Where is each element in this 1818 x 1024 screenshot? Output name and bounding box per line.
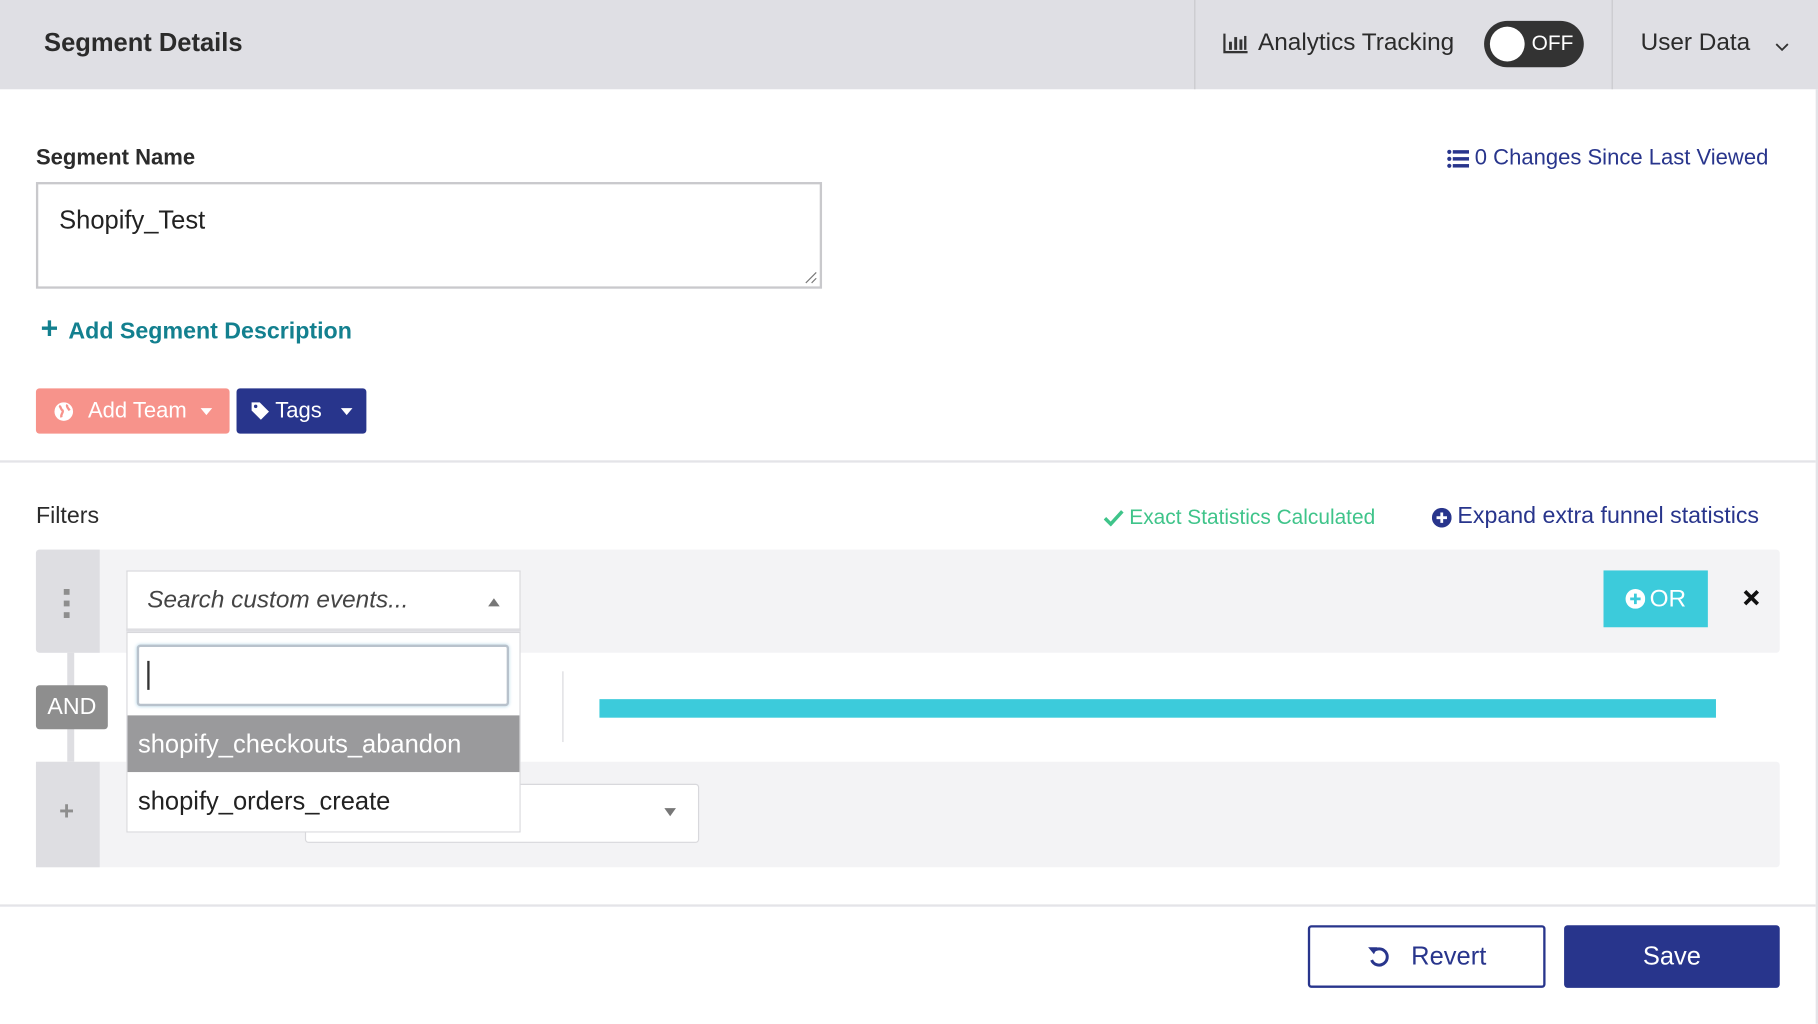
chevron-down-icon[interactable]: [1775, 37, 1789, 58]
expand-funnel-statistics-link[interactable]: Expand extra funnel statistics: [1457, 503, 1759, 530]
add-or-button[interactable]: OR: [1603, 570, 1708, 628]
add-team-label: Add Team: [87, 398, 187, 423]
revert-button[interactable]: Revert: [1307, 925, 1546, 988]
user-data-menu[interactable]: User Data: [1641, 29, 1751, 57]
drag-handle[interactable]: [35, 549, 100, 653]
globe-icon: [54, 401, 73, 421]
header-divider: [1194, 0, 1196, 90]
segment-name-label: Segment Name: [35, 146, 196, 171]
plus-circle-icon: [1625, 588, 1645, 609]
analytics-tracking-toggle[interactable]: OFF: [1484, 20, 1584, 68]
dropdown-search-input[interactable]: [136, 644, 509, 707]
header-divider: [1611, 0, 1613, 90]
add-team-button[interactable]: Add Team: [35, 388, 230, 434]
analytics-tracking-label: Analytics Tracking: [1257, 28, 1455, 56]
changes-since-last-viewed-link[interactable]: 0 Changes Since Last Viewed: [1475, 146, 1769, 172]
add-segment-description-link[interactable]: Add Segment Description: [68, 319, 351, 346]
resize-handle-icon[interactable]: [803, 270, 817, 284]
check-icon: [1103, 510, 1124, 527]
caret-down-icon: [664, 808, 676, 817]
revert-label: Revert: [1411, 941, 1487, 971]
close-icon[interactable]: [1743, 589, 1760, 606]
dropdown-option[interactable]: shopify_orders_create: [127, 772, 520, 832]
caret-down-icon: [200, 407, 213, 415]
dropdown-option[interactable]: shopify_checkouts_abandon: [127, 715, 520, 773]
search-custom-events-select[interactable]: Search custom events...: [126, 570, 521, 632]
undo-icon: [1368, 947, 1389, 967]
tags-label: Tags: [275, 398, 322, 423]
plus-circle-icon[interactable]: [1431, 507, 1452, 528]
stats-divider: [562, 671, 564, 743]
toggle-state: OFF: [1531, 31, 1574, 55]
exact-statistics-status: Exact Statistics Calculated: [1129, 505, 1376, 529]
save-button[interactable]: Save: [1564, 925, 1780, 988]
funnel-statistics-bar: [599, 699, 1716, 718]
toggle-knob: [1489, 26, 1525, 62]
bar-chart-icon: [1223, 32, 1249, 54]
caret-down-icon: [340, 407, 352, 415]
text-cursor: [147, 660, 150, 690]
list-icon[interactable]: [1447, 149, 1470, 169]
add-filter-handle[interactable]: +: [35, 761, 100, 868]
caret-up-icon: [488, 598, 500, 607]
plus-icon: +: [40, 310, 59, 346]
and-badge: AND: [35, 685, 108, 730]
segment-name-value: Shopify_Test: [59, 205, 206, 235]
search-placeholder: Search custom events...: [147, 586, 409, 614]
filters-label: Filters: [35, 503, 100, 529]
plus-icon: +: [59, 796, 75, 826]
or-label: OR: [1649, 584, 1687, 612]
section-divider: [0, 460, 1816, 463]
tag-icon: [252, 402, 270, 420]
segment-name-input[interactable]: Shopify_Test: [35, 182, 823, 289]
tags-button[interactable]: Tags: [236, 388, 367, 434]
footer-divider: [0, 904, 1816, 907]
page-title: Segment Details: [44, 27, 243, 57]
